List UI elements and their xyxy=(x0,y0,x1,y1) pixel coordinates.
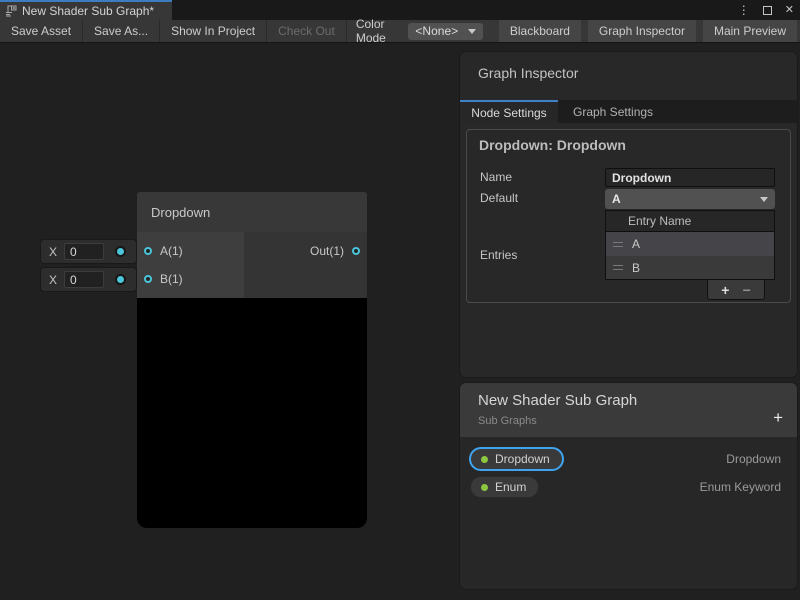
section-title: Dropdown: Dropdown xyxy=(479,137,626,153)
item-type-label: Dropdown xyxy=(726,452,781,466)
drag-handle-icon[interactable] xyxy=(613,242,623,247)
shader-graph-window: New Shader Sub Graph* ⋮ ✕ Save Asset Sav… xyxy=(0,0,800,600)
dropdown-node[interactable]: Dropdown A(1) B(1) Out(1) xyxy=(137,192,367,528)
node-title: Dropdown xyxy=(151,205,210,220)
port-label-b: B(1) xyxy=(160,272,183,286)
check-out-button: Check Out xyxy=(267,20,347,42)
color-mode-value: <None> xyxy=(415,24,458,38)
kebab-menu-icon[interactable]: ⋮ xyxy=(738,4,750,16)
port-row-out: Out(1) xyxy=(244,237,367,265)
chevron-down-icon xyxy=(468,29,476,34)
subgraph-pill-dropdown[interactable]: Dropdown xyxy=(470,448,563,470)
node-header[interactable]: Dropdown xyxy=(137,192,367,232)
port-row-a: A(1) xyxy=(137,237,244,265)
inspector-tabs: Node Settings Graph Settings xyxy=(460,100,797,123)
chevron-down-icon xyxy=(760,197,768,202)
show-in-project-button[interactable]: Show In Project xyxy=(160,20,267,42)
port-label-out: Out(1) xyxy=(310,244,344,258)
x-component-label: X xyxy=(49,273,57,287)
name-input[interactable]: Dropdown xyxy=(605,168,775,187)
graph-inspector-panel: Graph Inspector Node Settings Graph Sett… xyxy=(460,52,797,377)
blackboard-row-enum: Enum Enum Keyword xyxy=(470,476,781,498)
entry-row[interactable]: A xyxy=(605,232,775,256)
default-dropdown[interactable]: A xyxy=(605,189,775,209)
input-a-value-field[interactable]: 0 xyxy=(64,243,104,260)
node-input-section: A(1) B(1) xyxy=(137,232,244,298)
window-controls: ⋮ ✕ xyxy=(738,0,794,20)
input-b-default-field: X 0 xyxy=(40,267,137,292)
exposed-dot-icon xyxy=(481,456,488,463)
tab-title: New Shader Sub Graph* xyxy=(22,4,154,18)
blackboard-row-dropdown: Dropdown Dropdown xyxy=(470,448,781,470)
default-value: A xyxy=(612,192,621,206)
port-connector-dot xyxy=(117,248,124,255)
entry-name: A xyxy=(632,237,640,251)
close-icon[interactable]: ✕ xyxy=(785,5,794,16)
remove-entry-button[interactable]: − xyxy=(743,283,751,297)
pill-label: Enum xyxy=(495,480,526,494)
subgraph-pill-enum[interactable]: Enum xyxy=(470,476,539,498)
drag-handle-icon[interactable] xyxy=(613,265,623,270)
node-preview xyxy=(137,298,367,528)
exposed-dot-icon xyxy=(481,484,488,491)
name-label: Name xyxy=(480,170,512,184)
node-settings-section: Dropdown: Dropdown Name Dropdown Default… xyxy=(466,129,791,303)
subgraph-icon xyxy=(5,5,17,17)
entry-name: B xyxy=(632,261,640,275)
save-asset-button[interactable]: Save Asset xyxy=(0,20,83,42)
entries-list-footer: + − xyxy=(707,280,765,300)
x-component-label: X xyxy=(49,245,57,259)
output-port-out[interactable] xyxy=(352,247,360,255)
entries-list-header: Entry Name xyxy=(605,210,775,232)
item-type-label: Enum Keyword xyxy=(700,480,781,494)
color-mode-label: Color Mode xyxy=(347,20,409,42)
blackboard-subtitle: Sub Graphs xyxy=(478,415,537,427)
add-subgraph-button[interactable]: + xyxy=(773,409,783,426)
tab-node-settings[interactable]: Node Settings xyxy=(460,100,558,123)
pill-label: Dropdown xyxy=(495,452,550,466)
color-mode-dropdown[interactable]: <None> xyxy=(408,23,482,40)
port-label-a: A(1) xyxy=(160,244,183,258)
graph-inspector-toggle-button[interactable]: Graph Inspector xyxy=(588,20,696,42)
toolbar: Save Asset Save As... Show In Project Ch… xyxy=(0,20,800,43)
maximize-icon[interactable] xyxy=(763,6,772,15)
input-port-b[interactable] xyxy=(144,275,152,283)
entries-label: Entries xyxy=(480,248,517,262)
entries-list: Entry Name A B xyxy=(605,210,775,280)
entry-row[interactable]: B xyxy=(605,256,775,280)
input-a-default-field: X 0 xyxy=(40,239,137,264)
main-preview-toggle-button[interactable]: Main Preview xyxy=(703,20,797,42)
save-as-button[interactable]: Save As... xyxy=(83,20,160,42)
add-entry-button[interactable]: + xyxy=(721,283,729,297)
document-tab[interactable]: New Shader Sub Graph* xyxy=(0,0,172,20)
default-label: Default xyxy=(480,191,518,205)
node-output-section: Out(1) xyxy=(244,232,367,298)
input-port-a[interactable] xyxy=(144,247,152,255)
input-b-value-field[interactable]: 0 xyxy=(64,271,104,288)
title-bar: New Shader Sub Graph* ⋮ ✕ xyxy=(0,0,800,20)
blackboard-panel: New Shader Sub Graph Sub Graphs + Dropdo… xyxy=(460,383,797,589)
inspector-title: Graph Inspector xyxy=(478,65,578,81)
port-connector-dot xyxy=(117,276,124,283)
port-row-b: B(1) xyxy=(137,265,244,293)
blackboard-title: New Shader Sub Graph xyxy=(478,392,637,409)
tab-graph-settings[interactable]: Graph Settings xyxy=(558,100,668,123)
blackboard-toggle-button[interactable]: Blackboard xyxy=(499,20,581,42)
blackboard-header: New Shader Sub Graph Sub Graphs + xyxy=(460,383,797,437)
node-body: A(1) B(1) Out(1) xyxy=(137,232,367,298)
